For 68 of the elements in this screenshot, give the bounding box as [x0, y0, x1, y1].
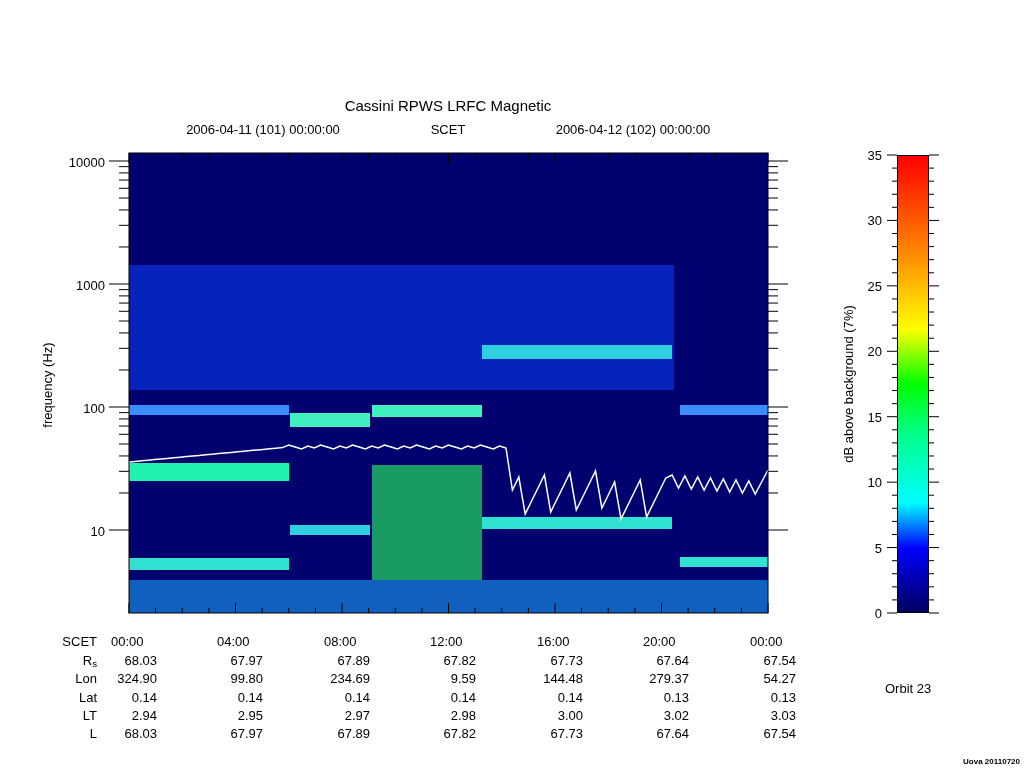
table-cell: 67.54: [763, 726, 796, 740]
scale-tick-label: 15: [867, 410, 882, 424]
scale-tick-label: 35: [867, 148, 882, 162]
table-cell: 0.14: [557, 690, 583, 704]
row-label: Lon: [75, 671, 97, 685]
scale-tick-label: 30: [867, 213, 882, 227]
scale-tick-label: 10: [867, 475, 882, 489]
axis-tick-label: 10000: [68, 155, 105, 169]
table-cell: 67.82: [443, 726, 476, 740]
orbit-label: Orbit 23: [885, 681, 932, 695]
table-cell: 3.03: [770, 708, 796, 722]
table-cell: 99.80: [230, 671, 263, 685]
table-cell: 2.98: [450, 708, 476, 722]
table-cell: 279.37: [649, 671, 689, 685]
axis-tick-label: 10: [90, 524, 105, 538]
table-cell: 0.14: [131, 690, 157, 704]
table-cell: 00:00: [750, 634, 783, 648]
table-cell: 2.95: [237, 708, 263, 722]
table-cell: 04:00: [217, 634, 250, 648]
table-cell: 0.14: [344, 690, 370, 704]
row-label: Lat: [78, 690, 97, 704]
table-cell: 0.14: [237, 690, 263, 704]
table-cell: 68.03: [124, 726, 157, 740]
table-cell: 20:00: [643, 634, 676, 648]
scale-tick-label: 20: [867, 344, 882, 358]
axis-title: frequency (Hz): [40, 342, 54, 428]
table-cell: 67.64: [656, 726, 689, 740]
row-label: L: [89, 726, 97, 740]
axis-tick-label: 100: [83, 401, 105, 415]
table-cell: 2.94: [131, 708, 157, 722]
table-cell: 08:00: [324, 634, 357, 648]
table-cell: 3.02: [663, 708, 689, 722]
table-cell: 67.54: [763, 653, 796, 667]
row-label: SCET: [62, 634, 97, 648]
table-cell: 67.89: [337, 726, 370, 740]
table-cell: 144.48: [543, 671, 583, 685]
table-cell: 67.97: [230, 653, 263, 667]
end-time: 2006-04-12 (102) 00:00:00: [555, 122, 711, 136]
scale-tick-label: 0: [874, 606, 882, 620]
table-cell: 67.82: [443, 653, 476, 667]
table-cell: 324.90: [117, 671, 157, 685]
scale-tick-label: 25: [867, 279, 882, 293]
scale-title: dB above background (7%): [841, 305, 855, 463]
scale-tick-label: 5: [874, 541, 882, 555]
table-cell: 67.73: [550, 653, 583, 667]
stamp-label: Uova 20110720: [963, 758, 1020, 766]
table-cell: 16:00: [537, 634, 570, 648]
start-time: 2006-04-11 (101) 00:00:00: [186, 122, 340, 136]
plot-title: Cassini RPWS LRFC Magnetic: [344, 97, 552, 113]
axis-tick-label: 1000: [76, 278, 105, 292]
table-cell: 67.89: [337, 653, 370, 667]
table-cell: 54.27: [763, 671, 796, 685]
table-cell: 0.13: [663, 690, 689, 704]
table-cell: 67.97: [230, 726, 263, 740]
row-label: R$_{s}$: [82, 653, 97, 667]
table-cell: 0.14: [450, 690, 476, 704]
table-cell: 67.73: [550, 726, 583, 740]
table-cell: 00:00: [111, 634, 144, 648]
table-cell: 3.00: [557, 708, 583, 722]
table-cell: 0.13: [770, 690, 796, 704]
table-cell: 67.64: [656, 653, 689, 667]
row-label: LT: [82, 708, 97, 722]
time-system: SCET: [430, 122, 466, 136]
table-cell: 234.69: [330, 671, 370, 685]
table-cell: 12:00: [430, 634, 463, 648]
table-cell: 9.59: [450, 671, 476, 685]
table-cell: 2.97: [344, 708, 370, 722]
table-cell: 68.03: [124, 653, 157, 667]
